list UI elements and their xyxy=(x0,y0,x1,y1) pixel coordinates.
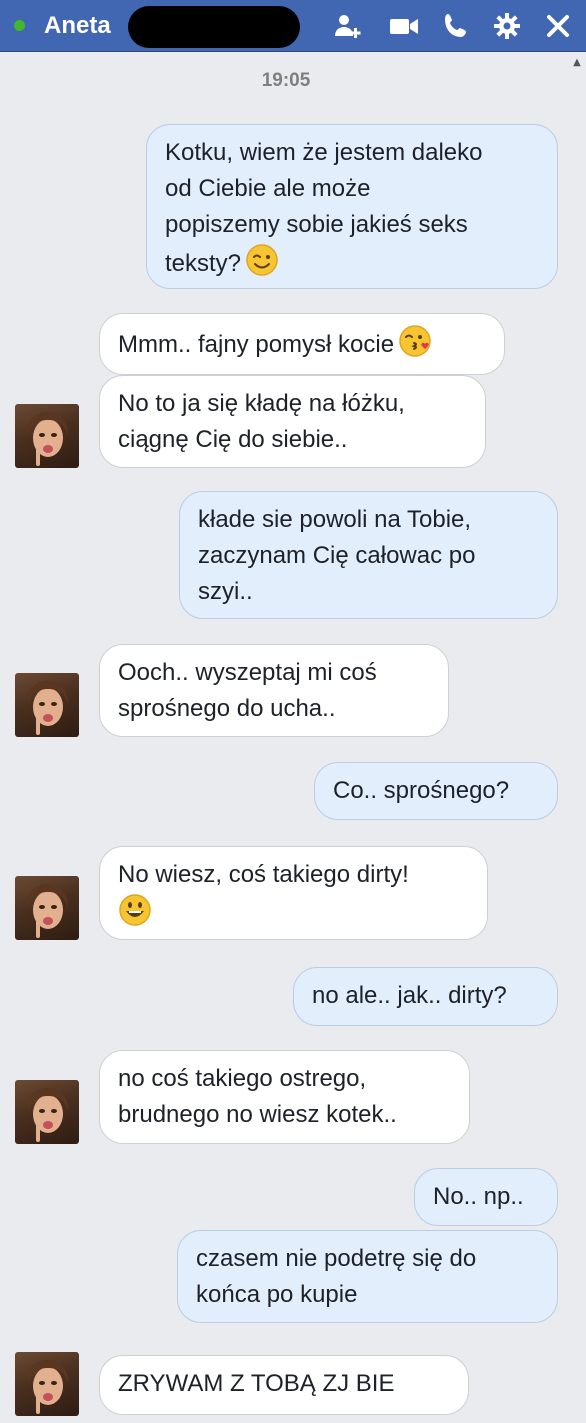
wink-emoji-icon xyxy=(245,243,279,277)
outgoing-message[interactable]: Co.. sprośnego? xyxy=(314,762,558,820)
outgoing-message[interactable]: kłade sie powoli na Tobie, zaczynam Cię … xyxy=(179,491,558,619)
outgoing-message[interactable]: no ale.. jak.. dirty? xyxy=(293,967,558,1026)
incoming-message[interactable]: No wiesz, coś takiego dirty! xyxy=(99,846,488,940)
kiss-emoji-icon xyxy=(398,324,432,358)
close-icon[interactable] xyxy=(542,10,574,42)
gear-icon[interactable] xyxy=(491,10,523,42)
grin-emoji-icon xyxy=(118,893,152,927)
message-text: No.. np.. xyxy=(433,1183,524,1210)
chat-header: Aneta xyxy=(0,0,586,52)
video-call-icon[interactable] xyxy=(388,10,420,42)
incoming-message[interactable]: Ooch.. wyszeptaj mi coś sprośnego do uch… xyxy=(99,644,449,737)
redacted-surname xyxy=(128,6,300,48)
message-text: Mmm.. fajny pomysł kocie xyxy=(118,331,395,358)
incoming-message[interactable]: Mmm.. fajny pomysł kocie xyxy=(99,313,505,375)
avatar[interactable] xyxy=(15,404,79,468)
message-text: Ooch.. wyszeptaj mi coś sprośnego do uch… xyxy=(118,659,377,722)
outgoing-message[interactable]: Kotku, wiem że jestem daleko od Ciebie a… xyxy=(146,124,558,289)
message-text: no coś takiego ostrego, brudnego no wies… xyxy=(118,1065,397,1128)
message-text: no ale.. jak.. dirty? xyxy=(312,982,507,1009)
message-text: czasem nie podetrę się do końca po kupie xyxy=(196,1245,477,1308)
outgoing-message[interactable]: czasem nie podetrę się do końca po kupie xyxy=(177,1230,558,1323)
message-text: kłade sie powoli na Tobie, zaczynam Cię … xyxy=(198,506,476,605)
message-text: Kotku, wiem że jestem daleko od Ciebie a… xyxy=(165,139,483,277)
message-text: ZRYWAM Z TOBĄ ZJ BIE xyxy=(118,1370,395,1397)
add-people-icon[interactable] xyxy=(332,10,364,42)
contact-name[interactable]: Aneta xyxy=(44,10,111,42)
online-status-dot xyxy=(14,20,25,31)
message-timestamp: 19:05 xyxy=(261,70,311,91)
incoming-message[interactable]: no coś takiego ostrego, brudnego no wies… xyxy=(99,1050,470,1144)
message-text: No to ja się kładę na łóżku, ciągnę Cię … xyxy=(118,390,405,453)
incoming-message[interactable]: ZRYWAM Z TOBĄ ZJ BIE xyxy=(99,1355,469,1415)
message-text: No wiesz, coś takiego dirty! xyxy=(118,861,409,888)
scroll-up-arrow-icon[interactable]: ▲ xyxy=(572,58,582,68)
avatar[interactable] xyxy=(15,1352,79,1416)
message-text: Co.. sprośnego? xyxy=(333,777,510,804)
phone-icon[interactable] xyxy=(440,10,472,42)
avatar[interactable] xyxy=(15,876,79,940)
outgoing-message[interactable]: No.. np.. xyxy=(414,1168,558,1226)
avatar[interactable] xyxy=(15,673,79,737)
avatar[interactable] xyxy=(15,1080,79,1144)
incoming-message[interactable]: No to ja się kładę na łóżku, ciągnę Cię … xyxy=(99,375,486,468)
